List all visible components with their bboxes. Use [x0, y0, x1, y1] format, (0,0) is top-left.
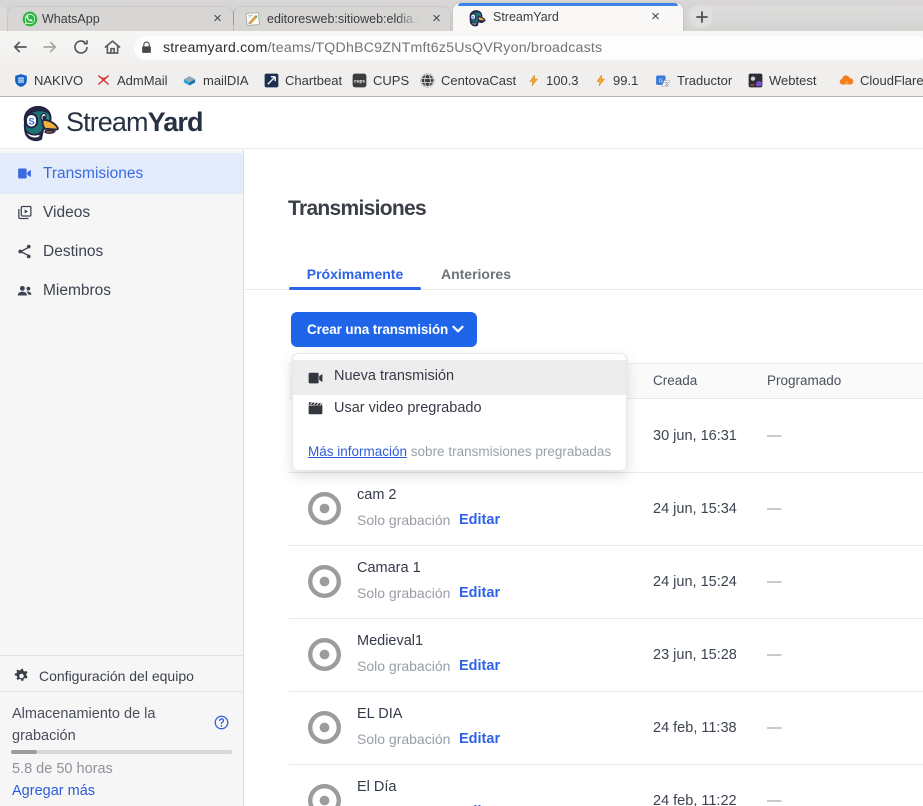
- svg-text:G: G: [659, 78, 663, 84]
- svg-text:cups: cups: [354, 78, 365, 83]
- svg-text:S: S: [28, 117, 34, 128]
- svg-text:文: 文: [664, 80, 669, 87]
- svg-text:S: S: [472, 15, 475, 20]
